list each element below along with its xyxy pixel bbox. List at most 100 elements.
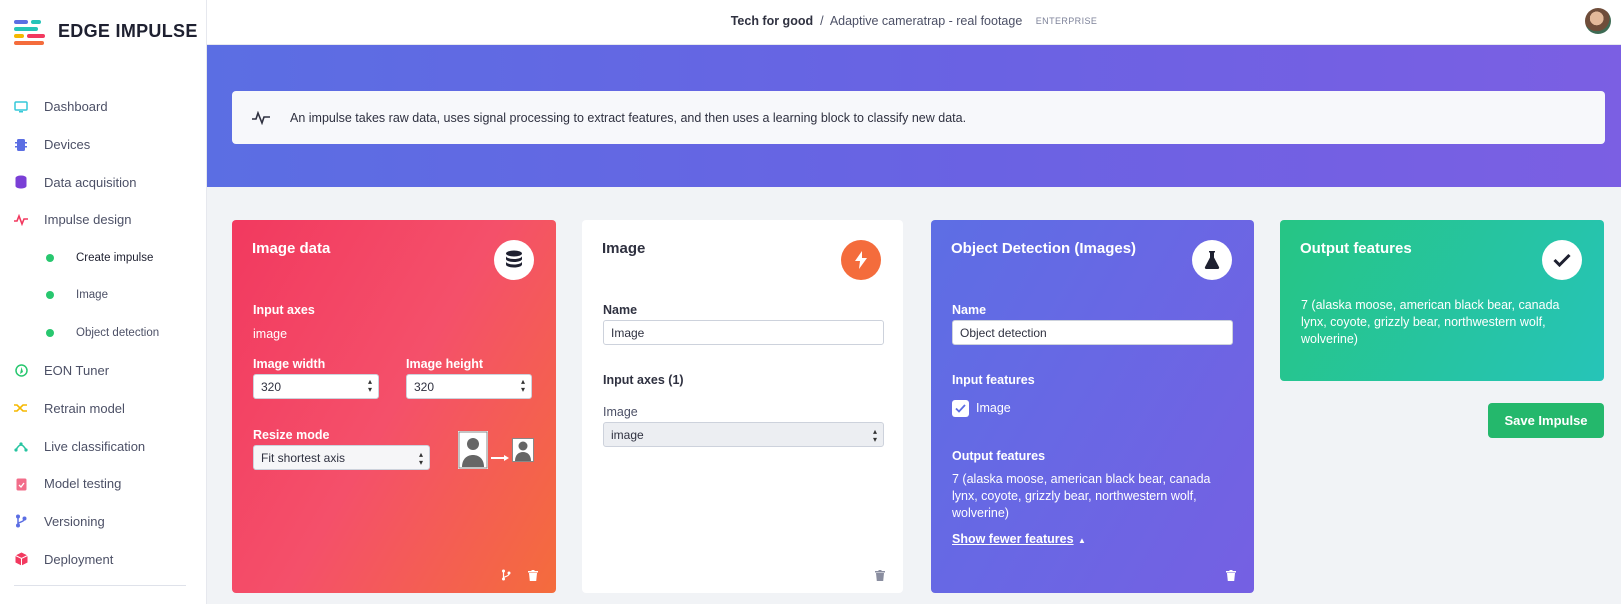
image-block: Image Name Image Input axes (1) Image im…	[582, 220, 903, 593]
image-data-block: Image data Input axes image Image width …	[232, 220, 556, 593]
input-axes-label: Input axes (1)	[603, 373, 684, 387]
sidebar-item-deployment[interactable]: Deployment	[0, 540, 207, 578]
block-title: Output features	[1300, 240, 1412, 257]
sidebar-subitem-label: Create impulse	[76, 251, 154, 264]
stepper-icon[interactable]: ▴ ▾	[521, 378, 525, 394]
input-feature-label: Image	[976, 401, 1011, 415]
logo[interactable]: EDGE IMPULSE	[14, 18, 198, 45]
info-text: An impulse takes raw data, uses signal p…	[290, 110, 967, 125]
input-axes-label: Input axes	[253, 303, 315, 317]
monitor-icon	[14, 100, 28, 114]
sidebar-item-data-acquisition[interactable]: Data acquisition	[0, 163, 207, 201]
lightning-icon	[841, 240, 881, 280]
sidebar-item-devices[interactable]: Devices	[0, 126, 207, 164]
name-label: Name	[603, 303, 638, 317]
status-dot-icon	[46, 291, 54, 300]
top-bar: Tech for good / Adaptive cameratrap - re…	[207, 0, 1621, 45]
branch-icon	[14, 514, 28, 528]
database-icon	[14, 175, 28, 189]
arrow-right-icon	[491, 448, 509, 466]
trash-icon[interactable]	[1226, 568, 1236, 581]
name-input[interactable]: Image	[603, 320, 884, 345]
sidebar-subitem-label: Object detection	[76, 326, 160, 339]
sidebar-item-versioning[interactable]: Versioning	[0, 503, 207, 541]
input-axes-value: image	[253, 327, 288, 341]
box-icon	[14, 552, 28, 566]
breadcrumb-org[interactable]: Tech for good	[731, 14, 813, 28]
sidebar-item-label: Retrain model	[44, 400, 125, 416]
info-box: An impulse takes raw data, uses signal p…	[232, 91, 1605, 144]
flask-icon	[1192, 240, 1232, 280]
image-height-label: Image height	[406, 357, 484, 371]
chip-icon	[14, 138, 28, 152]
resized-preview-icon	[512, 438, 534, 462]
sidebar-item-eon-tuner[interactable]: EON Tuner	[0, 352, 207, 390]
output-features-value: 7 (alaska moose, american black bear, ca…	[952, 472, 1211, 520]
axis-select[interactable]: image ▴ ▾	[603, 422, 884, 447]
clipboard-icon	[14, 477, 28, 491]
save-impulse-button[interactable]: Save Impulse	[1488, 403, 1604, 438]
database-icon	[494, 240, 534, 280]
status-dot-icon	[46, 328, 54, 337]
shuffle-icon	[14, 401, 28, 415]
image-width-label: Image width	[253, 357, 326, 371]
trash-icon[interactable]	[528, 568, 538, 581]
sidebar-subitem-object-detection[interactable]: Object detection	[0, 314, 207, 352]
sidebar-item-impulse-design[interactable]: Impulse design	[0, 201, 207, 239]
object-detection-block: Object Detection (Images) Name Object de…	[931, 220, 1254, 593]
breadcrumb-separator: /	[820, 14, 824, 28]
network-icon	[14, 439, 28, 453]
sidebar-item-label: Devices	[44, 137, 91, 153]
enterprise-badge: ENTERPRISE	[1035, 16, 1098, 26]
sidebar-divider	[14, 585, 186, 586]
trash-icon[interactable]	[875, 568, 885, 581]
output-features-value: 7 (alaska moose, american black bear, ca…	[1301, 298, 1560, 346]
output-features-label: Output features	[952, 449, 1046, 463]
name-label: Name	[952, 303, 987, 317]
breadcrumb: Tech for good / Adaptive cameratrap - re…	[207, 14, 1621, 28]
name-input[interactable]: Object detection	[952, 320, 1233, 345]
block-title: Image data	[252, 240, 331, 257]
sidebar-item-label: Live classification	[44, 438, 146, 454]
output-features-block: Output features 7 (alaska moose, america…	[1280, 220, 1604, 381]
pulse-icon	[14, 213, 28, 227]
sidebar-item-live-classification[interactable]: Live classification	[0, 427, 207, 465]
pulse-icon	[252, 110, 272, 125]
sidebar-subitem-create-impulse[interactable]: Create impulse	[0, 239, 207, 277]
checkmark-icon	[1542, 240, 1582, 280]
user-avatar[interactable]	[1585, 8, 1611, 34]
sidebar-item-label: Impulse design	[44, 212, 132, 228]
show-fewer-features-link[interactable]: Show fewer features ▲	[952, 530, 1086, 548]
brand-name: EDGE IMPULSE	[58, 20, 198, 41]
input-features-label: Input features	[952, 373, 1035, 387]
image-feature-checkbox[interactable]	[952, 400, 969, 417]
versioning-icon[interactable]	[501, 568, 511, 581]
sidebar-item-label: Dashboard	[44, 99, 108, 115]
sidebar-item-label: EON Tuner	[44, 363, 110, 379]
axis-label: Image	[603, 405, 638, 419]
sidebar-subitem-label: Image	[76, 289, 108, 302]
image-width-input[interactable]: 320 ▴ ▾	[253, 374, 379, 399]
sidebar-item-retrain-model[interactable]: Retrain model	[0, 390, 207, 428]
stepper-icon[interactable]: ▴ ▾	[368, 378, 372, 394]
caret-up-icon: ▲	[1078, 536, 1086, 545]
select-arrows-icon: ▴ ▾	[418, 450, 423, 467]
edge-impulse-logo-icon	[14, 18, 48, 45]
sidebar-item-label: Model testing	[44, 476, 122, 492]
image-height-input[interactable]: 320 ▴ ▾	[406, 374, 532, 399]
sidebar-item-label: Deployment	[44, 551, 114, 567]
sidebar-subitem-image[interactable]: Image	[0, 276, 207, 314]
sidebar-item-dashboard[interactable]: Dashboard	[0, 88, 207, 126]
sidebar-nav: Dashboard Devices Data acquisition Impul…	[0, 88, 207, 578]
sidebar-item-label: Data acquisition	[44, 174, 137, 190]
resize-mode-label: Resize mode	[253, 428, 330, 442]
sidebar: EDGE IMPULSE Dashboard Devices Data acqu…	[0, 0, 207, 604]
sidebar-item-model-testing[interactable]: Model testing	[0, 465, 207, 503]
compass-icon	[14, 364, 28, 378]
resize-preview-icon	[458, 431, 488, 469]
status-dot-icon	[46, 253, 54, 262]
select-arrows-icon: ▴ ▾	[872, 427, 877, 444]
check-icon	[955, 404, 966, 413]
breadcrumb-project[interactable]: Adaptive cameratrap - real footage	[830, 14, 1022, 28]
resize-mode-select[interactable]: Fit shortest axis ▴ ▾	[253, 445, 430, 470]
